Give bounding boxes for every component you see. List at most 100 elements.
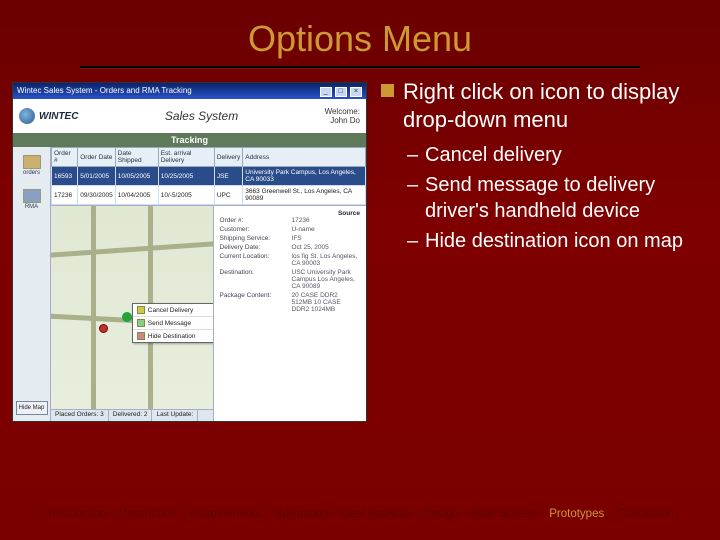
detail-label: Current Location: xyxy=(220,253,292,267)
title-underline xyxy=(80,66,640,68)
breadcrumb-item[interactable]: Introduction xyxy=(46,508,106,520)
details-panel: Source Order #:17236 Customer:U-name Shi… xyxy=(214,206,366,421)
bullet-square-icon xyxy=(381,84,394,97)
welcome-label: Welcome: xyxy=(325,107,360,116)
detail-value: 17236 xyxy=(292,217,360,224)
sidebar-label-orders: orders xyxy=(23,170,40,176)
breadcrumb-item[interactable]: Conclusion xyxy=(617,508,674,520)
table-row[interactable]: 17236 09/30/2005 10/04/2005 10/-5/2005 U… xyxy=(52,186,366,205)
col-delivery[interactable]: Delivery xyxy=(214,148,242,167)
col-shipped[interactable]: Date Shipped xyxy=(115,148,158,167)
hide-icon xyxy=(137,332,145,340)
table-row[interactable]: 16593 5/01/2005 10/05/2005 10/25/2005 JS… xyxy=(52,167,366,186)
welcome-user: John Do xyxy=(325,116,360,125)
header-title: Sales System xyxy=(165,109,238,123)
breadcrumb-item[interactable]: Main Screen xyxy=(472,508,537,520)
orders-table: Order # Order Date Date Shipped Est. arr… xyxy=(51,147,366,205)
col-address[interactable]: Address xyxy=(243,148,366,167)
window-body: orders RMA Hide Map Order # Order Date D… xyxy=(13,147,366,421)
ctx-label: Hide Destination xyxy=(148,333,196,340)
window-titlebar: Wintec Sales System - Orders and RMA Tra… xyxy=(13,83,366,99)
screenshot-column: Wintec Sales System - Orders and RMA Tra… xyxy=(12,76,367,422)
welcome-block: Welcome: John Do xyxy=(325,107,360,125)
road xyxy=(51,241,213,257)
hide-map-button[interactable]: Hide Map xyxy=(16,401,48,415)
sub-bullet: Send message to delivery driver's handhe… xyxy=(411,172,708,224)
cell: 09/30/2005 xyxy=(78,186,116,205)
sidebar-label-rma: RMA xyxy=(25,204,38,210)
sidebar-item-rma[interactable]: RMA xyxy=(18,185,46,213)
cell: 10/04/2005 xyxy=(115,186,158,205)
cell: 10/-5/2005 xyxy=(158,186,214,205)
breadcrumb-item[interactable]: Design xyxy=(423,508,459,520)
detail-label: Shipping Service: xyxy=(220,235,292,242)
context-menu-item-cancel[interactable]: Cancel Delivery xyxy=(133,304,213,316)
detail-value: 20 CASE DDR2 512MB 10 CASE DDR2 1024MB xyxy=(292,292,360,313)
close-icon[interactable]: × xyxy=(350,87,362,97)
ctx-label: Cancel Delivery xyxy=(148,307,194,314)
breadcrumb-item[interactable]: Description xyxy=(119,508,177,520)
col-order[interactable]: Order # xyxy=(52,148,78,167)
breadcrumb-item[interactable]: Navigation xyxy=(274,508,328,520)
bell-icon xyxy=(137,306,145,314)
text-column: Right click on icon to display drop-down… xyxy=(367,76,708,422)
brand-text: WINTEC xyxy=(39,111,78,122)
orders-header-row: Order # Order Date Date Shipped Est. arr… xyxy=(52,148,366,167)
cell: 16593 xyxy=(52,167,78,186)
ctx-label: Send Message xyxy=(148,320,191,327)
detail-label: Destination: xyxy=(220,269,292,290)
breadcrumb-item[interactable]: User Analysis xyxy=(341,508,411,520)
detail-value: USC University Park Campus Los Angeles, … xyxy=(292,269,360,290)
status-placed: Placed Orders: 3 xyxy=(51,410,109,421)
folder-icon xyxy=(23,155,41,169)
sidebar-item-orders[interactable]: orders xyxy=(18,151,46,179)
message-icon xyxy=(137,319,145,327)
detail-label: Package Content: xyxy=(220,292,292,313)
app-header: WINTEC Sales System Welcome: John Do xyxy=(13,99,366,133)
window-buttons: _ □ × xyxy=(319,83,362,99)
map-panel: Cancel Delivery Send Message Hide Destin… xyxy=(51,206,214,421)
origin-pin-icon[interactable] xyxy=(99,324,108,333)
detail-value: U-name xyxy=(292,226,360,233)
breadcrumb-item[interactable]: Prototypes xyxy=(549,508,604,520)
cell: University Park Campus, Los Angeles, CA … xyxy=(243,167,366,186)
context-menu: Cancel Delivery Send Message Hide Destin… xyxy=(132,303,213,343)
content-row: Wintec Sales System - Orders and RMA Tra… xyxy=(0,76,720,422)
main-bullet: Right click on icon to display drop-down… xyxy=(381,78,708,134)
col-orderdate[interactable]: Order Date xyxy=(78,148,116,167)
detail-label: Delivery Date: xyxy=(220,244,292,251)
breadcrumb-item[interactable]: Requirements xyxy=(189,508,261,520)
detail-label: Customer: xyxy=(220,226,292,233)
slide-title: Options Menu xyxy=(0,0,720,66)
status-last: Last Update: xyxy=(152,410,198,421)
sub-bullet-list: Cancel delivery Send message to delivery… xyxy=(381,142,708,254)
main-bullet-text: Right click on icon to display drop-down… xyxy=(403,79,679,132)
breadcrumb: Introduction – Description – Requirement… xyxy=(0,508,720,520)
brand-logo: WINTEC xyxy=(19,108,78,124)
col-est[interactable]: Est. arrival Delivery xyxy=(158,148,214,167)
cell: 5/01/2005 xyxy=(78,167,116,186)
sidebar: orders RMA Hide Map xyxy=(13,147,51,421)
lower-pane: Cancel Delivery Send Message Hide Destin… xyxy=(51,205,366,421)
context-menu-item-hide[interactable]: Hide Destination xyxy=(133,329,213,342)
globe-icon xyxy=(19,108,35,124)
status-delivered: Delivered: 2 xyxy=(109,410,153,421)
context-menu-item-message[interactable]: Send Message xyxy=(133,316,213,329)
maximize-icon[interactable]: □ xyxy=(335,87,347,97)
detail-label: Order #: xyxy=(220,217,292,224)
cell: 10/05/2005 xyxy=(115,167,158,186)
details-source-label: Source xyxy=(220,210,360,217)
section-bar: Tracking xyxy=(13,133,366,147)
main-area: Order # Order Date Date Shipped Est. arr… xyxy=(51,147,366,421)
detail-value: IFS xyxy=(292,235,360,242)
map-canvas[interactable]: Cancel Delivery Send Message Hide Destin… xyxy=(51,206,213,409)
detail-value: los fig St. Los Angeles, CA 90003 xyxy=(292,253,360,267)
sub-bullet: Cancel delivery xyxy=(411,142,708,168)
sub-bullet: Hide destination icon on map xyxy=(411,228,708,254)
folder-icon xyxy=(23,189,41,203)
cell: 17236 xyxy=(52,186,78,205)
destination-pin-icon[interactable] xyxy=(122,312,132,322)
minimize-icon[interactable]: _ xyxy=(320,87,332,97)
cell: JSE xyxy=(214,167,242,186)
window-title: Wintec Sales System - Orders and RMA Tra… xyxy=(17,83,192,99)
